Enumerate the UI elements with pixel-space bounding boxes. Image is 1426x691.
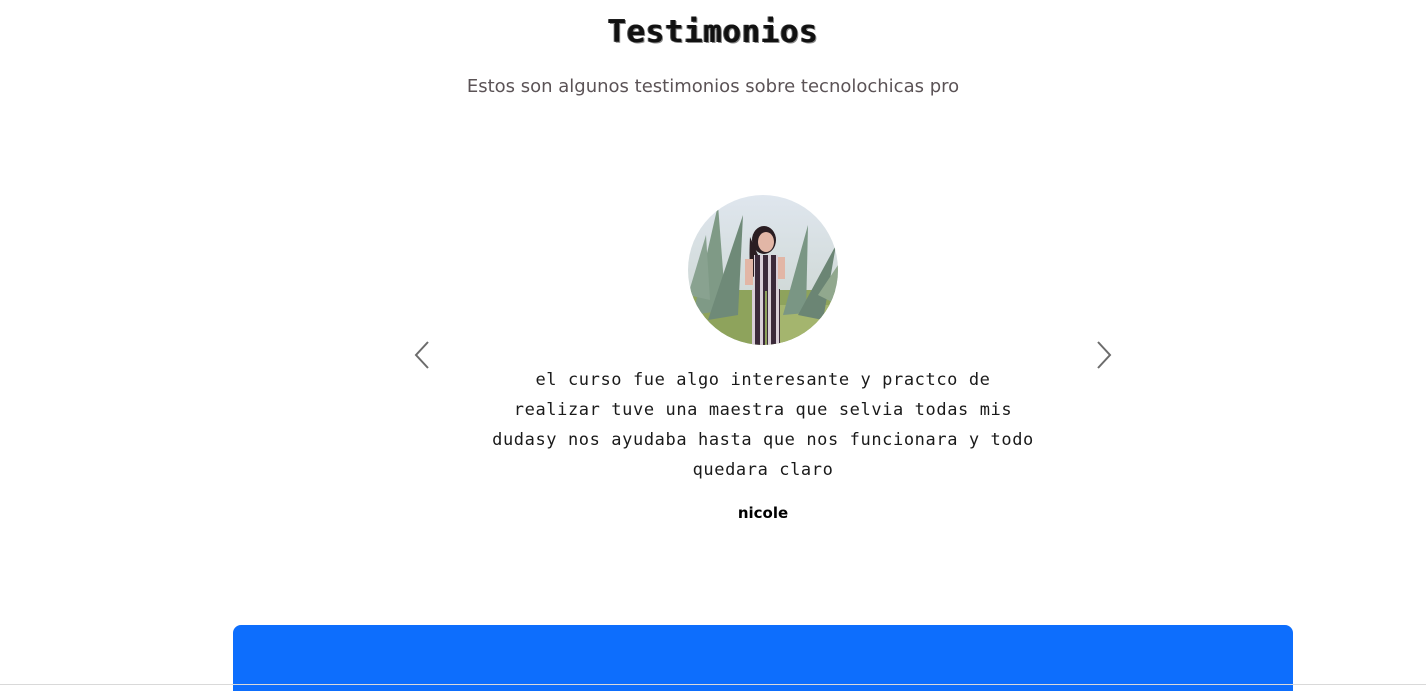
chevron-left-icon: [414, 341, 429, 369]
carousel-next-button[interactable]: [1083, 335, 1123, 375]
testimonial-carousel: el curso fue algo interesante y practco …: [400, 180, 1126, 550]
section-title: Testimonios: [607, 14, 819, 50]
blue-banner-section: [233, 625, 1293, 691]
testimonial-avatar: [688, 195, 838, 345]
testimonial-quote: el curso fue algo interesante y practco …: [492, 370, 1034, 480]
chevron-right-icon: [1097, 341, 1112, 369]
testimonials-section: Testimonios Estos son algunos testimonio…: [0, 0, 1426, 691]
section-subtitle: Estos son algunos testimonios sobre tecn…: [466, 76, 960, 97]
carousel-prev-button[interactable]: [403, 335, 443, 375]
testimonial-author: nicole: [737, 504, 789, 522]
page-divider: [0, 684, 1426, 685]
